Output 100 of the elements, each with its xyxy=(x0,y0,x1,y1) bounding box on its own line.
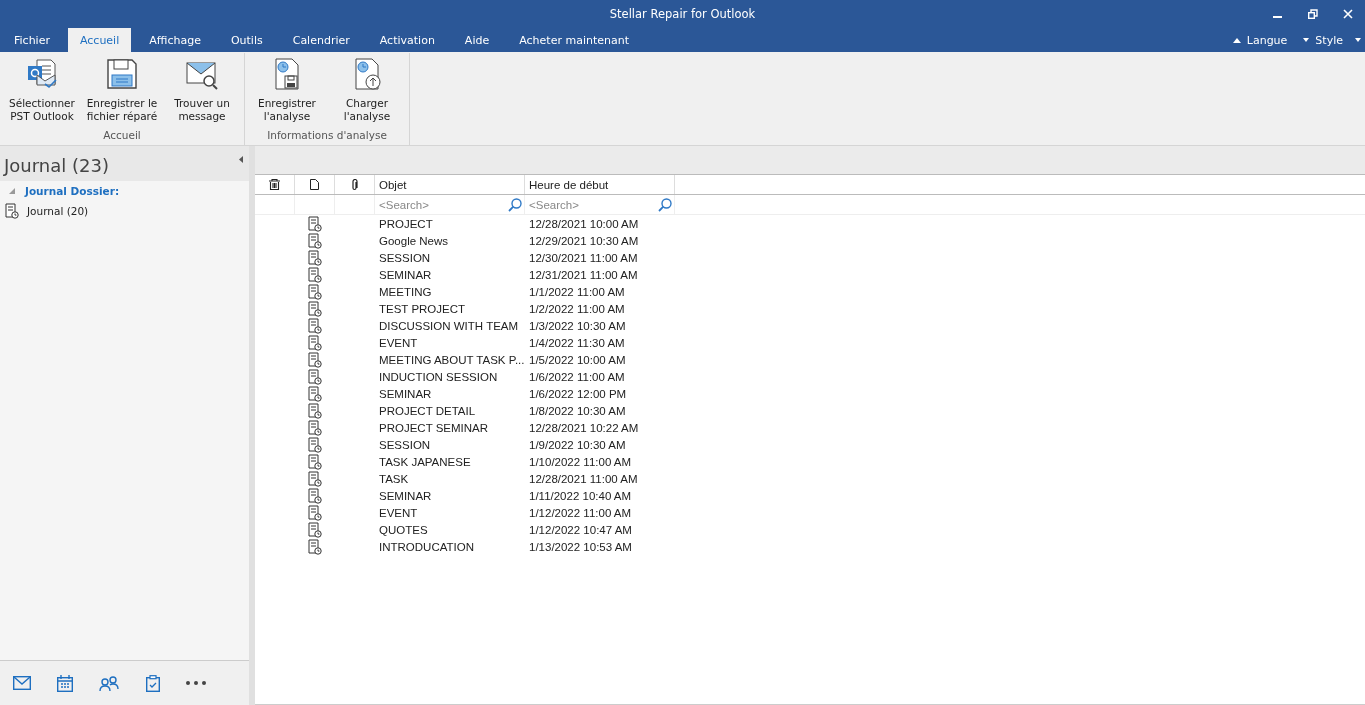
journal-icon xyxy=(308,266,322,283)
table-cell: INTRODUCATION xyxy=(379,540,474,553)
ribbon-button[interactable]: Enregistrer l'analyse xyxy=(247,53,327,129)
table-cell: TASK xyxy=(379,472,409,485)
journal-icon xyxy=(308,368,322,385)
table-cell: 1/12/2022 10:47 AM xyxy=(529,523,632,536)
envelope-document-icon xyxy=(25,57,59,91)
table-cell: Google News xyxy=(379,234,449,247)
table-cell: 1/6/2022 11:00 AM xyxy=(529,370,625,383)
table-cell: 1/12/2022 11:00 AM xyxy=(529,506,632,519)
table-cell: MEETING xyxy=(379,285,432,298)
journal-icon xyxy=(5,203,19,219)
table-cell: INDUCTION SESSION xyxy=(379,370,498,383)
table-cell: 12/29/2021 10:30 AM xyxy=(529,234,639,247)
table-cell: PROJECT SEMINAR xyxy=(379,421,489,434)
table-cell: 1/9/2022 10:30 AM xyxy=(529,438,626,451)
ribbon-button[interactable]: Charger l'analyse xyxy=(327,53,407,129)
journal-icon xyxy=(308,249,322,266)
document-icon xyxy=(310,179,319,190)
table-cell: TASK JAPANESE xyxy=(379,455,471,468)
table-cell: PROJECT DETAIL xyxy=(379,404,476,417)
table-cell: TEST PROJECT xyxy=(379,302,466,315)
search-icon[interactable] xyxy=(508,197,522,212)
table-cell: QUOTES xyxy=(379,523,428,536)
journal-icon xyxy=(308,521,322,538)
ribbon-button[interactable]: Trouver un message xyxy=(162,53,242,129)
journal-icon xyxy=(308,283,322,300)
column-header[interactable]: Objet xyxy=(375,175,525,194)
ribbon-button[interactable]: Enregistrer le fichier réparé xyxy=(82,53,162,129)
table-cell: 1/5/2022 10:00 AM xyxy=(529,353,626,366)
table-cell: EVENT xyxy=(379,506,418,519)
pane-title: Journal (23) xyxy=(4,155,109,178)
folder-label[interactable]: Journal Dossier: xyxy=(25,184,120,197)
journal-icon xyxy=(308,334,322,351)
journal-icon xyxy=(308,351,322,368)
table-cell: 12/28/2021 10:00 AM xyxy=(529,217,639,230)
caret-icon[interactable] xyxy=(1355,38,1361,42)
search-icon[interactable] xyxy=(658,197,672,212)
collapse-icon[interactable] xyxy=(239,156,243,163)
table-cell: PROJECT xyxy=(379,217,433,230)
table-cell: 1/4/2022 11:30 AM xyxy=(529,336,625,349)
table-cell: 1/3/2022 10:30 AM xyxy=(529,319,626,332)
journal-icon xyxy=(308,504,322,521)
journal-icon xyxy=(308,436,322,453)
trash-icon xyxy=(269,179,280,190)
table-cell: 12/30/2021 11:00 AM xyxy=(529,251,638,264)
table-cell: 1/13/2022 10:53 AM xyxy=(529,540,632,553)
people-icon[interactable] xyxy=(99,675,120,691)
window-title: Stellar Repair for Outlook xyxy=(609,7,756,21)
table-cell: SESSION xyxy=(379,251,431,264)
tree-item[interactable]: Journal (20) xyxy=(0,200,249,222)
search-field[interactable]: <Search> xyxy=(379,198,508,211)
ribbon-tab[interactable]: Accueil xyxy=(67,28,132,52)
table-cell: DISCUSSION WITH TEAM xyxy=(379,319,519,332)
journal-icon xyxy=(308,419,322,436)
journal-icon xyxy=(308,385,322,402)
caret-icon xyxy=(1303,38,1310,42)
table-cell: 1/6/2022 12:00 PM xyxy=(529,387,627,400)
ribbon-tab[interactable]: Acheter maintenant xyxy=(507,28,641,52)
paperclip-icon xyxy=(351,178,358,191)
calendar-icon[interactable] xyxy=(57,674,73,692)
journal-icon xyxy=(308,453,322,470)
ribbon-button[interactable]: Sélectionner PST Outlook xyxy=(2,53,82,129)
close-icon[interactable] xyxy=(1343,9,1353,19)
more-icon[interactable] xyxy=(186,681,206,685)
ribbon-tab[interactable]: Activation xyxy=(367,28,447,52)
tasks-icon[interactable] xyxy=(146,674,160,692)
ribbon-tab[interactable]: Outils xyxy=(218,28,275,52)
caret-up-icon xyxy=(1232,37,1241,43)
journal-icon xyxy=(308,402,322,419)
table-cell: 12/31/2021 11:00 AM xyxy=(529,268,638,281)
ribbon-tab[interactable]: Aide xyxy=(452,28,502,52)
table-cell: 12/28/2021 10:22 AM xyxy=(529,421,639,434)
journal-icon xyxy=(308,232,322,249)
table-cell: 1/8/2022 10:30 AM xyxy=(529,404,626,417)
restore-icon[interactable] xyxy=(1308,9,1318,19)
table-cell: 1/2/2022 11:00 AM xyxy=(529,302,625,315)
journal-icon xyxy=(308,215,322,232)
journal-icon xyxy=(308,487,322,504)
table-cell: MEETING ABOUT TASK P... xyxy=(379,353,525,366)
journal-icon xyxy=(308,300,322,317)
ribbon-tab[interactable]: Fichier xyxy=(2,28,62,52)
ribbon-tab[interactable]: Affichage xyxy=(137,28,213,52)
journal-icon xyxy=(308,317,322,334)
ribbon-tab[interactable]: Calendrier xyxy=(280,28,362,52)
mail-icon[interactable] xyxy=(13,676,31,690)
table-cell: SEMINAR xyxy=(379,489,432,502)
search-field[interactable]: <Search> xyxy=(529,198,658,211)
column-header[interactable]: Heure de début xyxy=(525,175,675,194)
table-cell: EVENT xyxy=(379,336,418,349)
journal-icon xyxy=(308,470,322,487)
expand-icon[interactable] xyxy=(9,187,15,194)
table-cell: SEMINAR xyxy=(379,268,432,281)
journal-icon xyxy=(308,538,322,555)
menu-button[interactable]: Style xyxy=(1299,33,1347,47)
table-cell: 1/1/2022 11:00 AM xyxy=(529,285,625,298)
menu-button[interactable]: Langue xyxy=(1228,33,1292,47)
table-cell: 1/10/2022 11:00 AM xyxy=(529,455,632,468)
table-cell: 1/11/2022 10:40 AM xyxy=(529,489,632,502)
table-cell: SEMINAR xyxy=(379,387,432,400)
